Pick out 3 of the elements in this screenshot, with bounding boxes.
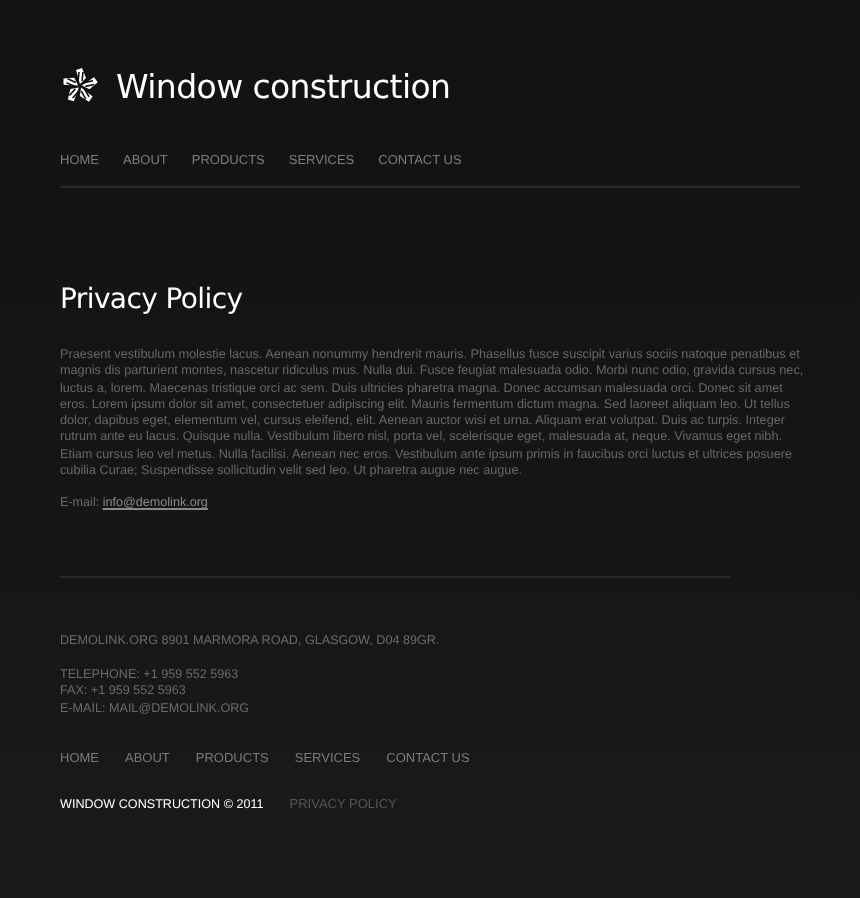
page-heading: Privacy Policy xyxy=(60,284,245,316)
site-title: Window construction xyxy=(116,67,451,105)
logo-icon xyxy=(60,66,100,106)
